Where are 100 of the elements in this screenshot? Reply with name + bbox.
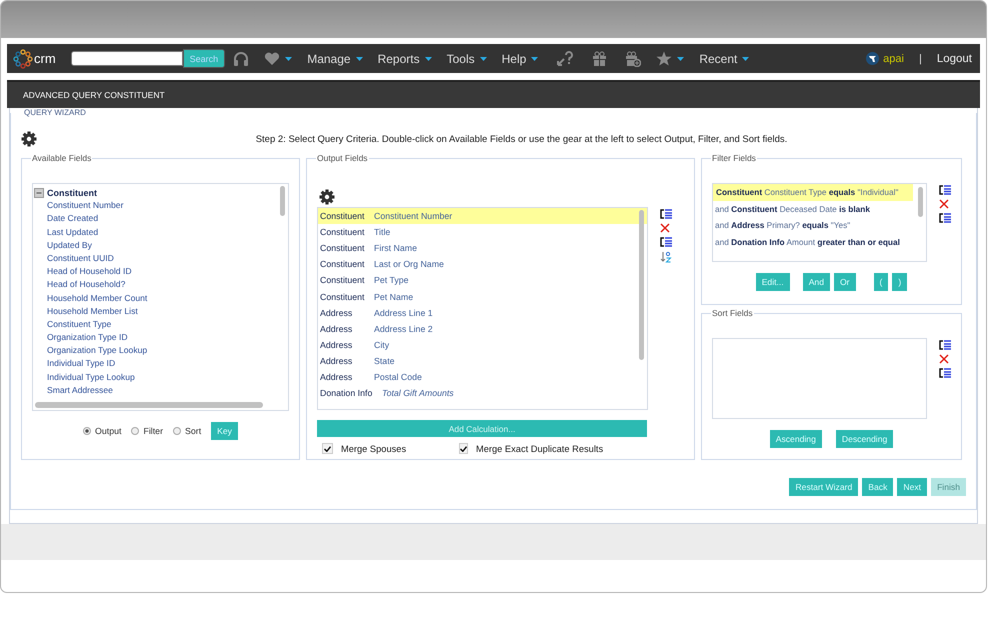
gift-icon[interactable] xyxy=(592,51,608,66)
field-label: Total Gift Amounts xyxy=(382,388,454,398)
field-label: Address Line 1 xyxy=(374,308,433,318)
caret-icon xyxy=(742,56,750,60)
tree-item[interactable]: Organization Type Lookup xyxy=(34,344,148,358)
caret-icon xyxy=(285,56,292,60)
gear-icon[interactable] xyxy=(21,131,37,147)
user-name[interactable]: apai xyxy=(883,52,904,64)
list-insert-icon[interactable] xyxy=(660,237,672,247)
entity-label: Donation Info xyxy=(320,388,374,398)
gift-plus-icon[interactable] xyxy=(625,50,642,66)
list-insert-icon[interactable] xyxy=(660,209,672,219)
tree-item[interactable]: Head of Household? xyxy=(34,278,126,292)
star-icon[interactable] xyxy=(656,51,672,66)
entity-label: Constituent xyxy=(320,227,366,238)
checkbox-label[interactable]: Merge Exact Duplicate Results xyxy=(476,444,604,454)
heart-icon[interactable] xyxy=(264,52,280,66)
radio-button[interactable] xyxy=(83,427,92,435)
delete-icon[interactable] xyxy=(939,354,949,364)
menu-item[interactable]: Manage xyxy=(307,52,351,66)
list-row[interactable]: Constituent Title xyxy=(318,224,647,240)
list-row[interactable]: Donation Info Total Gift Amounts xyxy=(318,385,647,402)
section-title: QUERY WIZARD xyxy=(23,108,87,117)
caret-icon xyxy=(677,56,684,60)
tree-item[interactable]: Constituent UUID xyxy=(34,252,114,266)
radio-label[interactable]: Sort xyxy=(185,426,202,436)
tree-item[interactable]: Household Member Count xyxy=(34,292,148,305)
entity-label: Address xyxy=(320,340,354,350)
entity-label: Constituent xyxy=(320,243,366,254)
tree-item[interactable]: Constituent Type xyxy=(34,318,112,332)
checkbox[interactable] xyxy=(459,443,468,454)
tree-item[interactable]: Smart Addressee xyxy=(34,384,113,397)
logo-text: crm xyxy=(34,51,56,66)
field-label: Postal Code xyxy=(374,372,422,382)
field-label: Pet Type xyxy=(374,275,409,286)
entity-label: Address xyxy=(320,308,354,318)
list-row[interactable]: Address State xyxy=(318,352,647,369)
menu-item[interactable]: Reports xyxy=(378,52,420,66)
gear-icon[interactable] xyxy=(319,189,335,205)
wizard-button: Finish xyxy=(931,478,966,496)
field-label: First Name xyxy=(374,243,418,254)
caret-icon xyxy=(424,56,432,60)
field-label: Pet Name xyxy=(374,292,414,302)
radio-button[interactable] xyxy=(131,427,140,435)
scrollbar[interactable] xyxy=(35,402,263,408)
list-row[interactable]: Constituent Pet Type xyxy=(318,272,647,288)
user-badge-icon[interactable] xyxy=(866,52,880,65)
list-row[interactable]: Constituent First Name xyxy=(318,240,647,256)
sort-icon[interactable] xyxy=(660,251,672,263)
instructions-text: Step 2: Select Query Criteria. Double-click on Available Fields or use the gear at the left to select Output, Filter, and Sort fields. xyxy=(254,134,788,144)
tree-item[interactable]: Household Member List xyxy=(34,304,138,318)
list-insert-icon[interactable] xyxy=(939,213,951,223)
tree-item[interactable]: Constituent Number xyxy=(34,199,124,212)
list-insert-icon[interactable] xyxy=(939,368,951,378)
caret-icon xyxy=(531,56,538,60)
filter-row[interactable]: and Constituent Deceased Date is blank xyxy=(713,200,913,217)
delete-icon[interactable] xyxy=(939,199,949,209)
radio-label[interactable]: Filter xyxy=(143,426,164,436)
entity-label: Constituent xyxy=(320,259,366,270)
radio-label[interactable]: Output xyxy=(95,426,122,436)
filter-row[interactable]: and Donation Info Amount greater than or equal xyxy=(713,234,913,250)
scrollbar[interactable] xyxy=(639,210,645,360)
headset-icon[interactable] xyxy=(233,50,250,66)
field-label: Title xyxy=(374,227,390,238)
tree-item[interactable]: Individual Type Lookup xyxy=(34,370,135,384)
list-insert-icon[interactable] xyxy=(939,185,951,195)
menu-item[interactable]: Recent xyxy=(699,52,738,66)
tree-item[interactable]: Last Updated xyxy=(34,226,98,239)
field-label: Constituent Number xyxy=(374,211,452,222)
field-label: State xyxy=(374,356,395,366)
logout-link[interactable]: Logout xyxy=(936,52,972,64)
checkbox[interactable] xyxy=(322,443,333,454)
tree-item[interactable]: Individual Type ID xyxy=(34,357,116,371)
list-row[interactable]: Address City xyxy=(318,336,647,353)
menu-item[interactable]: Help xyxy=(502,52,526,66)
tree-item[interactable]: Date Created xyxy=(34,212,98,226)
search-field[interactable] xyxy=(70,51,183,66)
radio-button[interactable] xyxy=(173,427,182,435)
question-arrow-icon[interactable] xyxy=(556,50,574,66)
tree-item[interactable]: Constituent xyxy=(47,188,97,198)
filter-row[interactable]: Constituent Constituent Type equals "Individual" xyxy=(713,184,913,200)
check-icon xyxy=(324,446,331,452)
menu-item[interactable]: Tools xyxy=(446,52,475,66)
tree-item[interactable]: Updated By xyxy=(34,238,92,252)
filter-row[interactable]: and Address Primary? equals "Yes" xyxy=(713,217,913,234)
list-row[interactable]: Constituent Constituent Number xyxy=(318,208,647,224)
field-label: Address Line 2 xyxy=(374,324,433,334)
list-row[interactable]: Address Address Line 1 xyxy=(318,304,647,321)
list-row[interactable]: Address Postal Code xyxy=(318,368,647,386)
list-row[interactable]: Constituent Last or Org Name xyxy=(318,256,647,272)
collapse-icon[interactable] xyxy=(34,188,44,198)
list-row[interactable]: Constituent Pet Name xyxy=(318,288,647,305)
separator: | xyxy=(918,52,922,64)
delete-icon[interactable] xyxy=(660,223,670,233)
tree-item[interactable]: Head of Household ID xyxy=(34,265,132,278)
list-row[interactable]: Address Address Line 2 xyxy=(318,320,647,337)
list-insert-icon[interactable] xyxy=(939,340,951,350)
scrollbar[interactable] xyxy=(918,187,924,217)
checkbox-label[interactable]: Merge Spouses xyxy=(341,444,406,454)
tree-item[interactable]: Organization Type ID xyxy=(34,331,128,344)
